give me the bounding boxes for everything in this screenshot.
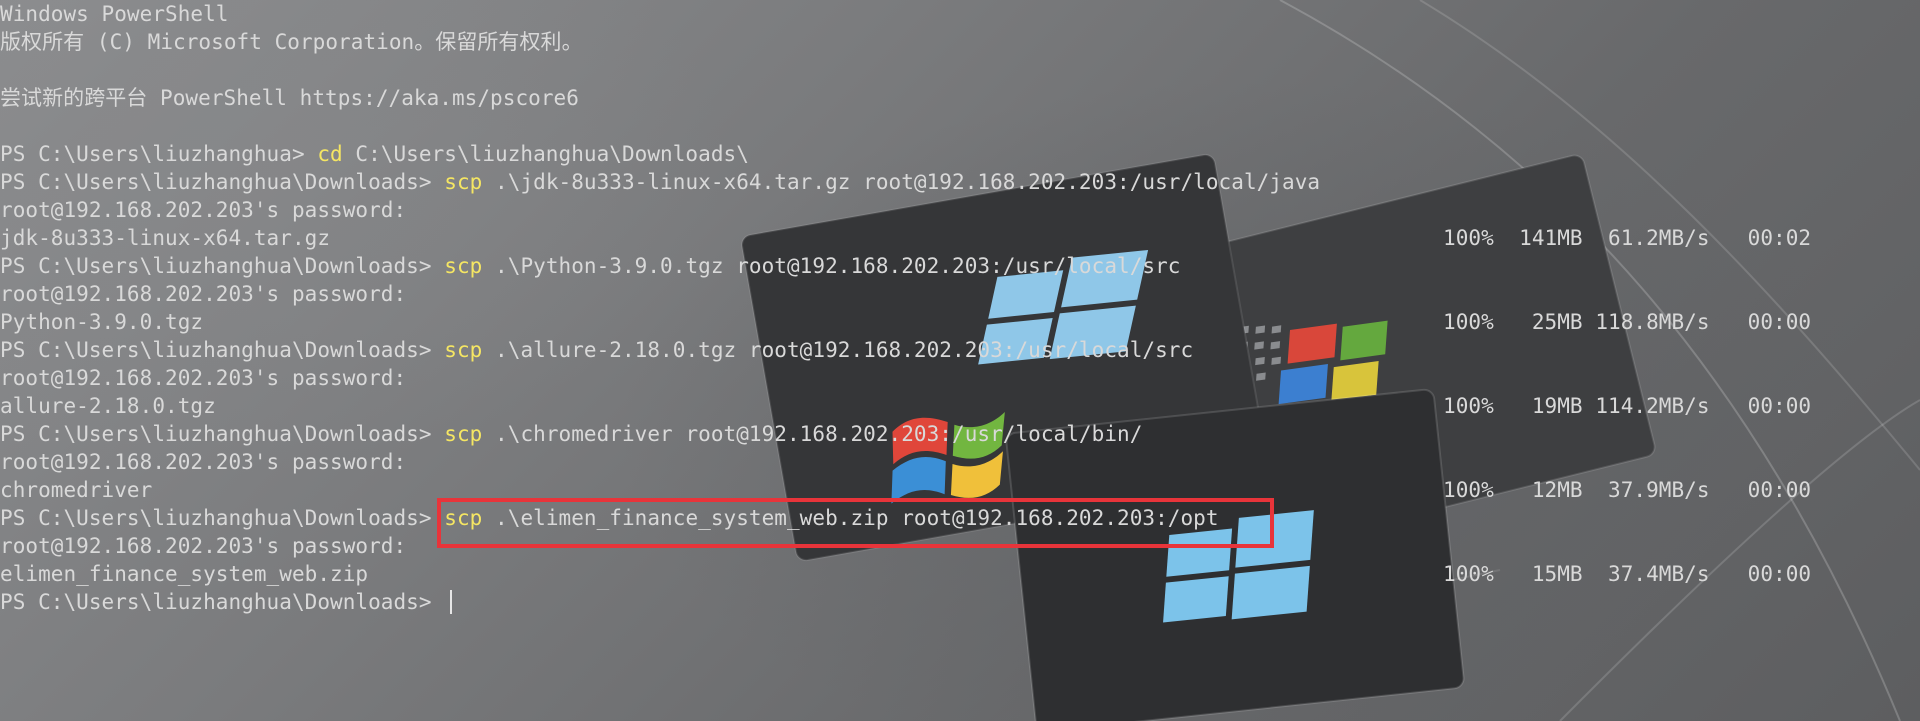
prompt: PS C:\Users\liuzhanghua\Downloads> — [0, 506, 445, 530]
prompt: PS C:\Users\liuzhanghua> — [0, 142, 318, 166]
text-cursor — [450, 590, 453, 614]
command-name: scp — [444, 338, 483, 362]
command-args: .\jdk-8u333-linux-x64.tar.gz root@192.16… — [482, 170, 1321, 194]
active-prompt-line[interactable]: PS C:\Users\liuzhanghua\Downloads> — [0, 588, 1920, 616]
password-prompt: root@192.168.202.203's password: — [0, 198, 407, 222]
command-line: PS C:\Users\liuzhanghua\Downloads> scp .… — [0, 252, 1920, 280]
transfer-stats: 100% 15MB 37.4MB/s 00:00 — [1443, 562, 1812, 586]
command-args: .\allure-2.18.0.tgz root@192.168.202.203… — [482, 338, 1194, 362]
transfer-file: allure-2.18.0.tgz — [0, 394, 216, 418]
transfer-stats: 100% 141MB 61.2MB/s 00:02 — [1443, 226, 1812, 250]
command-args: .\Python-3.9.0.tgz root@192.168.202.203:… — [482, 254, 1181, 278]
command-name: scp — [444, 170, 483, 194]
transfer-file: jdk-8u333-linux-x64.tar.gz — [0, 226, 331, 250]
transfer-line: jdk-8u333-linux-x64.tar.gz 100% 141MB 61.… — [0, 224, 1920, 252]
prompt: PS C:\Users\liuzhanghua\Downloads> — [0, 422, 445, 446]
header-copyright: 版权所有 (C) Microsoft Corporation。保留所有权利。 — [0, 30, 583, 54]
transfer-line: allure-2.18.0.tgz 100% 19MB 114.2MB/s 00:… — [0, 392, 1920, 420]
command-line: PS C:\Users\liuzhanghua\Downloads> scp .… — [0, 336, 1920, 364]
transfer-stats: 100% 25MB 118.8MB/s 00:00 — [1443, 310, 1812, 334]
prompt: PS C:\Users\liuzhanghua\Downloads> — [0, 590, 445, 614]
transfer-file: elimen_finance_system_web.zip — [0, 562, 369, 586]
command-name: scp — [444, 422, 483, 446]
powershell-terminal[interactable]: Windows PowerShell 版权所有 (C) Microsoft Co… — [0, 0, 1920, 721]
command-name: scp — [444, 254, 483, 278]
transfer-line: elimen_finance_system_web.zip 100% 15MB 3… — [0, 560, 1920, 588]
header-title: Windows PowerShell — [0, 2, 229, 26]
prompt: PS C:\Users\liuzhanghua\Downloads> — [0, 254, 445, 278]
highlight-annotation-box — [437, 498, 1274, 548]
command-name: cd — [317, 142, 343, 166]
transfer-stats: 100% 19MB 114.2MB/s 00:00 — [1443, 394, 1812, 418]
prompt: PS C:\Users\liuzhanghua\Downloads> — [0, 338, 445, 362]
password-prompt: root@192.168.202.203's password: — [0, 450, 407, 474]
transfer-file: Python-3.9.0.tgz — [0, 310, 204, 334]
prompt: PS C:\Users\liuzhanghua\Downloads> — [0, 170, 445, 194]
command-line: PS C:\Users\liuzhanghua\Downloads> scp .… — [0, 420, 1920, 448]
transfer-file: chromedriver — [0, 478, 153, 502]
command-line: PS C:\Users\liuzhanghua> cd C:\Users\liu… — [0, 140, 1920, 168]
transfer-line: Python-3.9.0.tgz 100% 25MB 118.8MB/s 00:0… — [0, 308, 1920, 336]
header-tip: 尝试新的跨平台 PowerShell https://aka.ms/pscore… — [0, 86, 579, 110]
command-args: C:\Users\liuzhanghua\Downloads\ — [342, 142, 749, 166]
transfer-stats: 100% 12MB 37.9MB/s 00:00 — [1443, 478, 1812, 502]
password-prompt: root@192.168.202.203's password: — [0, 282, 407, 306]
password-prompt: root@192.168.202.203's password: — [0, 366, 407, 390]
command-line: PS C:\Users\liuzhanghua\Downloads> scp .… — [0, 168, 1920, 196]
command-args: .\chromedriver root@192.168.202.203:/usr… — [482, 422, 1143, 446]
